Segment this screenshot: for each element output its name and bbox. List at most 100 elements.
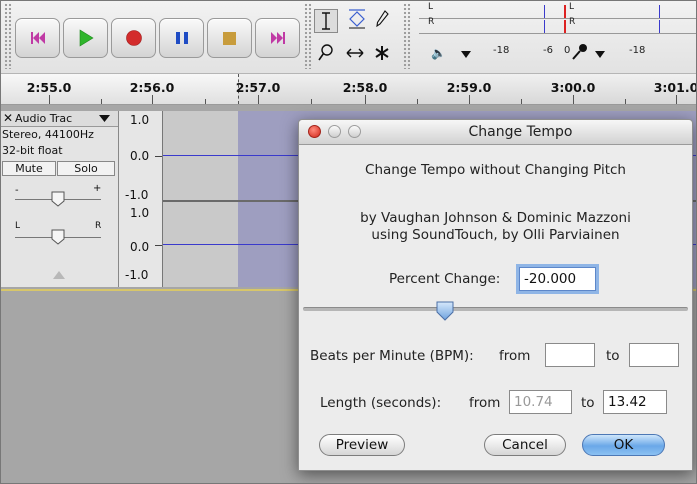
ruler-tick (311, 99, 312, 104)
record-dropdown-arrow-icon[interactable] (595, 51, 605, 58)
length-label: Length (seconds): (320, 395, 442, 411)
cancel-button[interactable]: Cancel (484, 434, 566, 456)
playback-dropdown-arrow-icon[interactable] (461, 51, 471, 58)
bpm-to-label: to (606, 348, 620, 364)
double-arrow-icon (346, 48, 364, 58)
ruler-tick (49, 95, 50, 104)
scale-label: -1.0 (125, 188, 149, 202)
mute-button[interactable]: Mute (2, 161, 56, 176)
ruler-tick (521, 99, 522, 104)
dialog-credits-line2: using SoundTouch, by Olli Parviainen (371, 227, 620, 243)
tools-grip[interactable] (304, 3, 312, 69)
length-to-value: 13.42 (608, 394, 647, 410)
preview-button[interactable]: Preview (319, 434, 405, 456)
play-icon (79, 29, 94, 47)
length-from-value: 10.74 (514, 394, 553, 410)
playback-meter[interactable]: L L (419, 2, 696, 19)
percent-change-label: Percent Change: (389, 271, 501, 287)
meter-peak-marker-2 (544, 20, 545, 33)
pause-icon (175, 32, 188, 44)
bpm-from-input[interactable] (545, 343, 595, 367)
ok-button[interactable]: OK (582, 434, 665, 456)
stop-button[interactable] (207, 18, 252, 58)
track-title-bar[interactable]: ✕ Audio Trac (1, 111, 118, 127)
track-name[interactable]: Audio Trac (15, 112, 72, 125)
pan-slider[interactable]: L R (15, 221, 101, 245)
bpm-label: Beats per Minute (BPM): (310, 348, 474, 364)
microphone-icon (572, 44, 587, 60)
percent-slider-track[interactable] (303, 307, 688, 311)
mute-label: Mute (15, 162, 43, 175)
timeline-ruler[interactable]: 2:55.0 2:56.0 2:57.0 2:58.0 2:59.0 3:00.… (1, 74, 696, 105)
ruler-tick (365, 95, 366, 104)
rec-left-channel-label: L (569, 2, 575, 12)
collapse-track-arrow-icon[interactable] (53, 271, 65, 279)
selected-region[interactable] (163, 111, 238, 287)
selection-tool[interactable] (314, 9, 338, 33)
percent-slider-thumb-icon[interactable] (434, 300, 456, 322)
skip-to-end-button[interactable] (255, 18, 300, 58)
meter-peak-marker (544, 5, 545, 18)
scale-label: 0.0 (130, 240, 150, 254)
ok-label: OK (613, 437, 634, 453)
length-from-label: from (469, 395, 501, 411)
gain-slider-thumb-icon[interactable] (51, 191, 65, 207)
ruler-label: 2:55.0 (26, 80, 72, 95)
ruler-label: 2:56.0 (129, 80, 175, 95)
track-menu-arrow-icon[interactable] (99, 115, 110, 122)
envelope-icon (349, 9, 365, 29)
skip-to-start-icon (30, 32, 45, 44)
pan-right-label: R (95, 221, 102, 231)
play-button[interactable] (63, 18, 108, 58)
meter-tick-label: -18 (493, 45, 510, 56)
bpm-from-label: from (499, 348, 531, 364)
draw-tool[interactable] (370, 7, 394, 31)
dialog-titlebar[interactable]: Change Tempo (299, 120, 692, 145)
length-from-input[interactable]: 10.74 (509, 390, 572, 414)
meter-grip[interactable] (403, 3, 411, 69)
multi-tool[interactable] (370, 41, 394, 65)
right-channel-label: R (428, 17, 435, 27)
gain-slider[interactable]: - + (15, 183, 101, 207)
percent-change-value: -20.000 (524, 271, 577, 287)
length-to-input[interactable]: 13.42 (603, 390, 667, 414)
close-track-icon[interactable]: ✕ (3, 111, 13, 125)
pause-button[interactable] (159, 18, 204, 58)
ruler-tick (573, 95, 574, 104)
ruler-label: 3:00.0 (550, 80, 596, 95)
pencil-icon (376, 10, 389, 28)
rec-right-channel-label: R (569, 17, 576, 27)
dialog-heading: Change Tempo without Changing Pitch (365, 162, 626, 178)
record-button[interactable] (111, 18, 156, 58)
percent-change-input[interactable]: -20.000 (519, 267, 596, 291)
meter-toolbar: L L R R (419, 1, 696, 37)
record-meter[interactable]: R R (419, 17, 696, 34)
rec-meter-peak-marker-2 (659, 20, 660, 33)
ruler-tick (676, 95, 677, 104)
ruler-label: 2:58.0 (342, 80, 388, 95)
ruler-tick (469, 95, 470, 104)
pan-left-label: L (15, 221, 21, 231)
ruler-tick (258, 95, 259, 104)
change-tempo-dialog: Change Tempo Change Tempo without Changi… (298, 119, 693, 471)
gain-minus-label: - (15, 185, 19, 196)
scale-label: -1.0 (125, 268, 149, 282)
time-shift-tool[interactable] (343, 41, 367, 65)
pan-slider-thumb-icon[interactable] (51, 229, 65, 245)
magnifier-icon (318, 44, 333, 61)
ruler-tick (205, 99, 206, 104)
gain-plus-label: + (93, 183, 102, 194)
dialog-credits-line1: by Vaughan Johnson & Dominic Mazzoni (360, 210, 631, 226)
solo-label: Solo (74, 162, 98, 175)
zoom-tool[interactable] (314, 41, 338, 65)
left-channel-label: L (428, 2, 434, 12)
toolbar-grip[interactable] (4, 3, 12, 69)
envelope-tool[interactable] (345, 7, 369, 31)
solo-button[interactable]: Solo (57, 161, 115, 176)
app-window: L L R R 🔈 -18 -6 0 -18 2:55.0 2:56.0 2:5… (0, 0, 697, 484)
track-control-panel: ✕ Audio Trac Stereo, 44100Hz 32-bit floa… (1, 111, 119, 287)
ruler-tick (101, 99, 102, 104)
length-to-label: to (581, 395, 595, 411)
skip-to-start-button[interactable] (15, 18, 60, 58)
bpm-to-input[interactable] (629, 343, 679, 367)
